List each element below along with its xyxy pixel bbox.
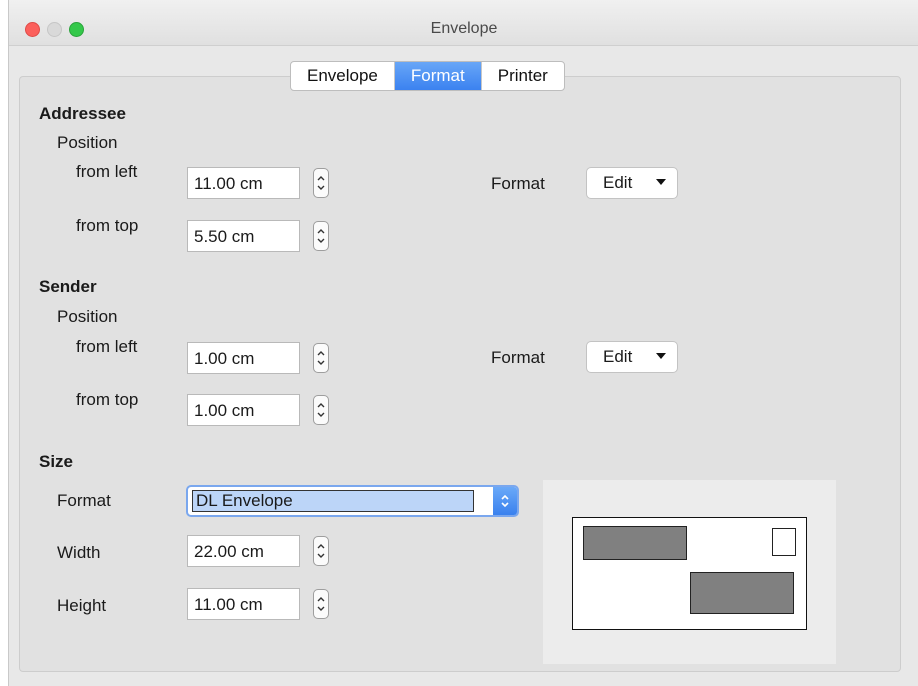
preview-stamp — [772, 528, 796, 556]
sender-from-top-field[interactable]: 1.00 cm — [187, 394, 300, 426]
tab-envelope[interactable]: Envelope — [291, 62, 395, 90]
width-field[interactable]: 22.00 cm — [187, 535, 300, 567]
stepper-arrows-icon — [317, 176, 325, 190]
tab-printer[interactable]: Printer — [482, 62, 564, 90]
height-stepper[interactable] — [313, 589, 329, 619]
title-bar: Envelope — [9, 0, 918, 46]
dropdown-arrow-icon — [656, 353, 666, 359]
height-field[interactable]: 11.00 cm — [187, 588, 300, 620]
addressee-from-left-label: from left — [76, 162, 138, 181]
stepper-arrows-icon — [317, 403, 325, 417]
width-label: Width — [57, 543, 101, 562]
sender-from-left-label: from left — [76, 337, 138, 356]
height-label: Height — [57, 596, 107, 615]
addressee-edit-label: Edit — [603, 173, 633, 192]
addressee-position-label: Position — [57, 133, 118, 152]
addressee-format-label: Format — [491, 174, 545, 193]
addressee-from-left-field[interactable]: 11.00 cm — [187, 167, 300, 199]
select-arrows-icon — [501, 494, 509, 508]
sender-from-top-stepper[interactable] — [313, 395, 329, 425]
size-format-select[interactable]: DL Envelope — [186, 485, 519, 517]
sender-from-left-stepper[interactable] — [313, 343, 329, 373]
window-title: Envelope — [430, 20, 498, 37]
addressee-from-top-stepper[interactable] — [313, 221, 329, 251]
size-format-label: Format — [57, 491, 111, 510]
sender-edit-button[interactable]: Edit — [586, 341, 678, 373]
preview-addressee-block — [690, 572, 794, 614]
size-format-value: DL Envelope — [192, 490, 474, 512]
stepper-arrows-icon — [317, 229, 325, 243]
tab-format[interactable]: Format — [394, 62, 482, 90]
preview-sender-block — [583, 526, 687, 560]
addressee-from-left-stepper[interactable] — [313, 168, 329, 198]
sender-from-top-label: from top — [76, 390, 139, 409]
sender-from-left-field[interactable]: 1.00 cm — [187, 342, 300, 374]
stepper-arrows-icon — [317, 351, 325, 365]
sender-heading: Sender — [39, 277, 97, 296]
sender-edit-label: Edit — [603, 347, 633, 366]
size-heading: Size — [39, 452, 74, 471]
sender-position-label: Position — [57, 307, 118, 326]
sender-format-label: Format — [491, 348, 545, 367]
envelope-preview — [572, 517, 807, 630]
addressee-from-top-field[interactable]: 5.50 cm — [187, 220, 300, 252]
addressee-edit-button[interactable]: Edit — [586, 167, 678, 199]
stepper-arrows-icon — [317, 597, 325, 611]
width-stepper[interactable] — [313, 536, 329, 566]
tab-bar: Envelope Format Printer — [290, 61, 565, 91]
addressee-heading: Addressee — [39, 104, 126, 123]
size-format-select-button[interactable] — [493, 487, 517, 515]
addressee-from-top-label: from top — [76, 216, 139, 235]
dropdown-arrow-icon — [656, 179, 666, 185]
stepper-arrows-icon — [317, 544, 325, 558]
